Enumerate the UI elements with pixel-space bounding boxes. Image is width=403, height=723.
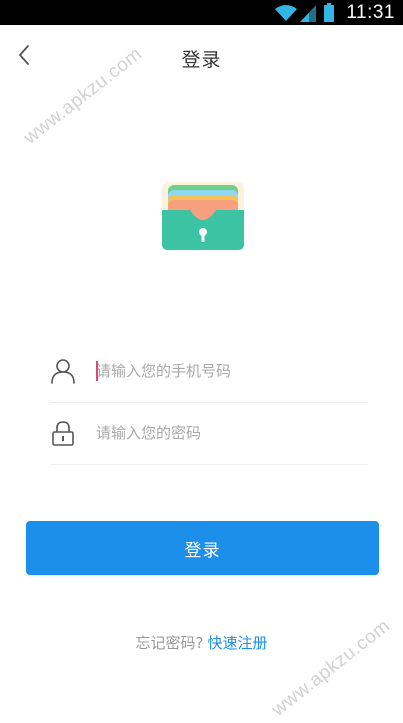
forgot-password-link[interactable]: 忘记密码? [136,634,204,652]
login-button[interactable]: 登录 [26,521,379,575]
status-icons: 11:31 [274,0,403,25]
page-title: 登录 [181,49,222,71]
header: 登录 [0,25,403,91]
status-time: 11:31 [346,1,395,23]
footer-links: 忘记密码? 快速注册 [0,632,403,653]
phone-input[interactable] [96,356,356,386]
phone-field [50,340,368,403]
password-field [50,402,368,465]
app-logo [162,182,244,250]
wifi-icon [274,4,298,22]
status-bar: 11:31 [0,0,403,25]
user-icon [50,358,76,384]
wallet-lock-icon [162,182,244,254]
lock-icon [50,420,76,446]
text-cursor [96,361,98,381]
signal-icon [300,4,317,22]
password-input[interactable] [96,418,356,448]
register-link[interactable]: 快速注册 [207,634,267,652]
battery-icon [324,3,335,22]
